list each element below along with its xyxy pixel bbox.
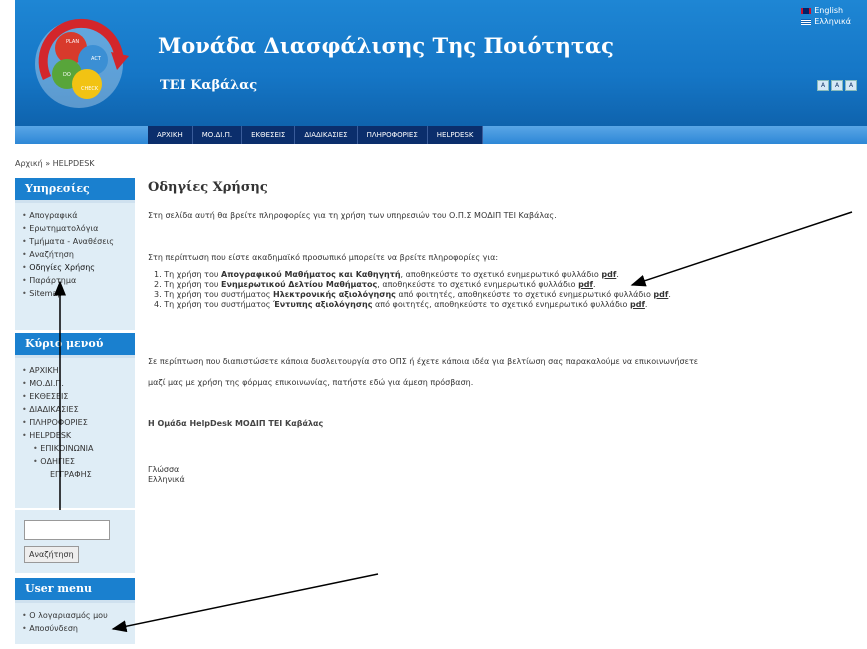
nav-item-helpdesk[interactable]: HELPDESK — [427, 126, 484, 144]
list-number: 2. — [154, 280, 162, 289]
language-greek[interactable]: Ελληνικά — [801, 16, 851, 27]
list-text: . — [593, 280, 596, 289]
list-text: . — [616, 270, 619, 279]
language-english-label: English — [814, 6, 844, 15]
pdf-link[interactable]: pdf — [653, 290, 668, 299]
pdf-link[interactable]: pdf — [630, 300, 645, 309]
nav-item-information[interactable]: ΠΛΗΡΟΦΟΡΙΕΣ — [357, 126, 428, 144]
site-title[interactable]: Μονάδα Διασφάλισης Της Ποιότητας — [158, 33, 614, 58]
nav-item-reports[interactable]: ΕΚΘΕΣΕΙΣ — [242, 126, 296, 144]
main-menu-subitem[interactable]: ΟΔΗΓΙΕΣ — [22, 455, 135, 468]
nav-item-procedures[interactable]: ΔΙΑΔΙΚΑΣΙΕΣ — [295, 126, 358, 144]
list-text: από φοιτητές, αποθηκεύστε το σχετικό ενη… — [372, 300, 630, 309]
breadcrumb[interactable]: Αρχική » HELPDESK — [15, 159, 95, 168]
instructions-list-item: 4. Τη χρήση του συστήματος Έντυπης αξιολ… — [154, 300, 671, 310]
user-menu-item-logout[interactable]: Αποσύνδεση — [22, 622, 135, 635]
list-number: 3. — [154, 290, 162, 299]
main-menu-subitem[interactable]: ΕΠΙΚΟΙΝΩΝΙΑ — [22, 442, 135, 455]
font-size-small-button[interactable]: A — [817, 80, 829, 91]
list-bold-text: Έντυπης αξιολόγησης — [273, 300, 373, 309]
logo-do-label: DO — [63, 72, 71, 78]
logo-check-label: CHECK — [81, 86, 99, 92]
services-item[interactable]: Απογραφικά — [22, 209, 135, 222]
list-text: , αποθηκεύστε το σχετικό ενημερωτικό φυλ… — [400, 270, 602, 279]
services-item[interactable]: Ερωτηματολόγια — [22, 222, 135, 235]
services-item[interactable]: Τμήματα - Αναθέσεις — [22, 235, 135, 248]
instructions-list-item: 3. Τη χρήση του συστήματος Ηλεκτρονικής … — [154, 290, 671, 300]
language-greek-label: Ελληνικά — [814, 17, 851, 26]
list-bold-text: Ενημερωτικού Δελτίου Μαθήματος — [221, 280, 378, 289]
main-menu-title: Κύριο μενού — [15, 333, 135, 358]
services-list: Απογραφικά Ερωτηματολόγια Τμήματα - Αναθ… — [15, 203, 135, 306]
services-block: Υπηρεσίες Απογραφικά Ερωτηματολόγια Τμήμ… — [15, 178, 135, 330]
search-input[interactable] — [24, 520, 110, 540]
font-size-large-button[interactable]: A — [845, 80, 857, 91]
font-size-controls: A A A — [817, 80, 857, 91]
main-menu-item[interactable]: ΑΡΧΙΚΗ — [22, 364, 135, 377]
user-menu-title: User menu — [15, 578, 135, 603]
nav-item-modip[interactable]: ΜΟ.ΔΙ.Π. — [192, 126, 243, 144]
list-number: 4. — [154, 300, 162, 309]
list-text: Τη χρήση του — [164, 270, 222, 279]
pdf-link[interactable]: pdf — [601, 270, 616, 279]
contact-form-link[interactable]: μαζί μας με χρήση της φόρμας επικοινωνία… — [148, 378, 473, 387]
main-menu-list: ΑΡΧΙΚΗ ΜΟ.ΔΙ.Π. ΕΚΘΕΣΕΙΣ ΔΙΑΔΙΚΑΣΙΕΣ ΠΛΗ… — [15, 358, 135, 487]
language-english[interactable]: English — [801, 5, 851, 16]
instructions-list: 1. Τη χρήση του Απογραφικού Μαθήματος κα… — [154, 270, 671, 310]
list-text: . — [644, 300, 648, 309]
signature: Η Ομάδα HelpDesk ΜΟΔΙΠ ΤΕΙ Καβάλας — [148, 419, 324, 428]
nav-item-home[interactable]: ΑΡΧΙΚΗ — [148, 126, 193, 144]
list-text: από φοιτητές, αποθηκεύστε το σχετικό ενη… — [395, 290, 654, 299]
uk-flag-icon — [801, 7, 812, 14]
greek-flag-icon — [801, 18, 812, 25]
main-menu-block: Κύριο μενού ΑΡΧΙΚΗ ΜΟ.ΔΙ.Π. ΕΚΘΕΣΕΙΣ ΔΙΑ… — [15, 333, 135, 508]
list-text: Τη χρήση του — [164, 280, 222, 289]
page-title: Οδηγίες Χρήσης — [148, 180, 268, 195]
main-menu-item[interactable]: HELPDESK — [22, 429, 135, 442]
main-menu-item[interactable]: ΔΙΑΔΙΚΑΣΙΕΣ — [22, 403, 135, 416]
language-value: Ελληνικά — [148, 475, 185, 484]
list-text: Τη χρήση του συστήματος — [164, 300, 273, 309]
user-menu-list: Ο λογαριασμός μου Αποσύνδεση — [15, 603, 135, 641]
main-menu-item[interactable]: ΜΟ.ΔΙ.Π. — [22, 377, 135, 390]
list-text: Τη χρήση του συστήματος — [164, 290, 273, 299]
pdf-link[interactable]: pdf — [578, 280, 593, 289]
logo-act-label: ACT — [91, 56, 102, 62]
main-navigation: ΑΡΧΙΚΗ ΜΟ.ΔΙ.Π. ΕΚΘΕΣΕΙΣ ΔΙΑΔΙΚΑΣΙΕΣ ΠΛΗ… — [148, 126, 484, 144]
user-menu-item-account[interactable]: Ο λογαριασμός μου — [22, 609, 135, 622]
search-button[interactable]: Αναζήτηση — [24, 546, 79, 563]
services-item[interactable]: Sitemap — [22, 287, 135, 300]
site-subtitle: ΤΕΙ Καβάλας — [160, 78, 258, 93]
main-menu-item[interactable]: ΕΚΘΕΣΕΙΣ — [22, 390, 135, 403]
contact-paragraph: Σε περίπτωση που διαπιστώσετε κάποια δυσ… — [148, 357, 699, 366]
language-label: Γλώσσα — [148, 465, 180, 474]
services-item[interactable]: Αναζήτηση — [22, 248, 135, 261]
list-text: . — [668, 290, 671, 299]
intro-text-academic: Στη περίπτωση που είστε ακαδημαϊκό προσω… — [148, 253, 499, 262]
instructions-list-item: 1. Τη χρήση του Απογραφικού Μαθήματος κα… — [154, 270, 671, 280]
main-menu-item[interactable]: ΠΛΗΡΟΦΟΡΙΕΣ — [22, 416, 135, 429]
pdca-logo[interactable]: PLAN ACT DO CHECK — [27, 8, 135, 116]
list-bold-text: Ηλεκτρονικής αξιολόγησης — [273, 290, 396, 299]
language-switcher: English Ελληνικά — [801, 5, 851, 27]
services-title: Υπηρεσίες — [15, 178, 135, 203]
site-header: PLAN ACT DO CHECK Μονάδα Διασφάλισης Της… — [15, 0, 867, 126]
list-number: 1. — [154, 270, 162, 279]
arrow-to-logout — [111, 573, 379, 633]
main-menu-subitem-cont[interactable]: ΕΓΓΡΑΦΗΣ — [22, 468, 135, 481]
services-item-active[interactable]: Οδηγίες Χρήσης — [22, 261, 135, 274]
list-bold-text: Απογραφικού Μαθήματος και Καθηγητή — [221, 270, 401, 279]
user-menu-block: User menu Ο λογαριασμός μου Αποσύνδεση — [15, 578, 135, 644]
font-size-medium-button[interactable]: A — [831, 80, 843, 91]
list-text: , αποθηκεύστε το σχετικό ενημερωτικό φυλ… — [377, 280, 579, 289]
intro-text: Στη σελίδα αυτή θα βρείτε πληροφορίες γι… — [148, 211, 557, 220]
instructions-list-item: 2. Τη χρήση του Ενημερωτικού Δελτίου Μαθ… — [154, 280, 671, 290]
main-content: Οδηγίες Χρήσης Στη σελίδα αυτή θα βρείτε… — [148, 180, 848, 484]
logo-plan-label: PLAN — [66, 39, 79, 45]
services-item[interactable]: Παράρτημα — [22, 274, 135, 287]
